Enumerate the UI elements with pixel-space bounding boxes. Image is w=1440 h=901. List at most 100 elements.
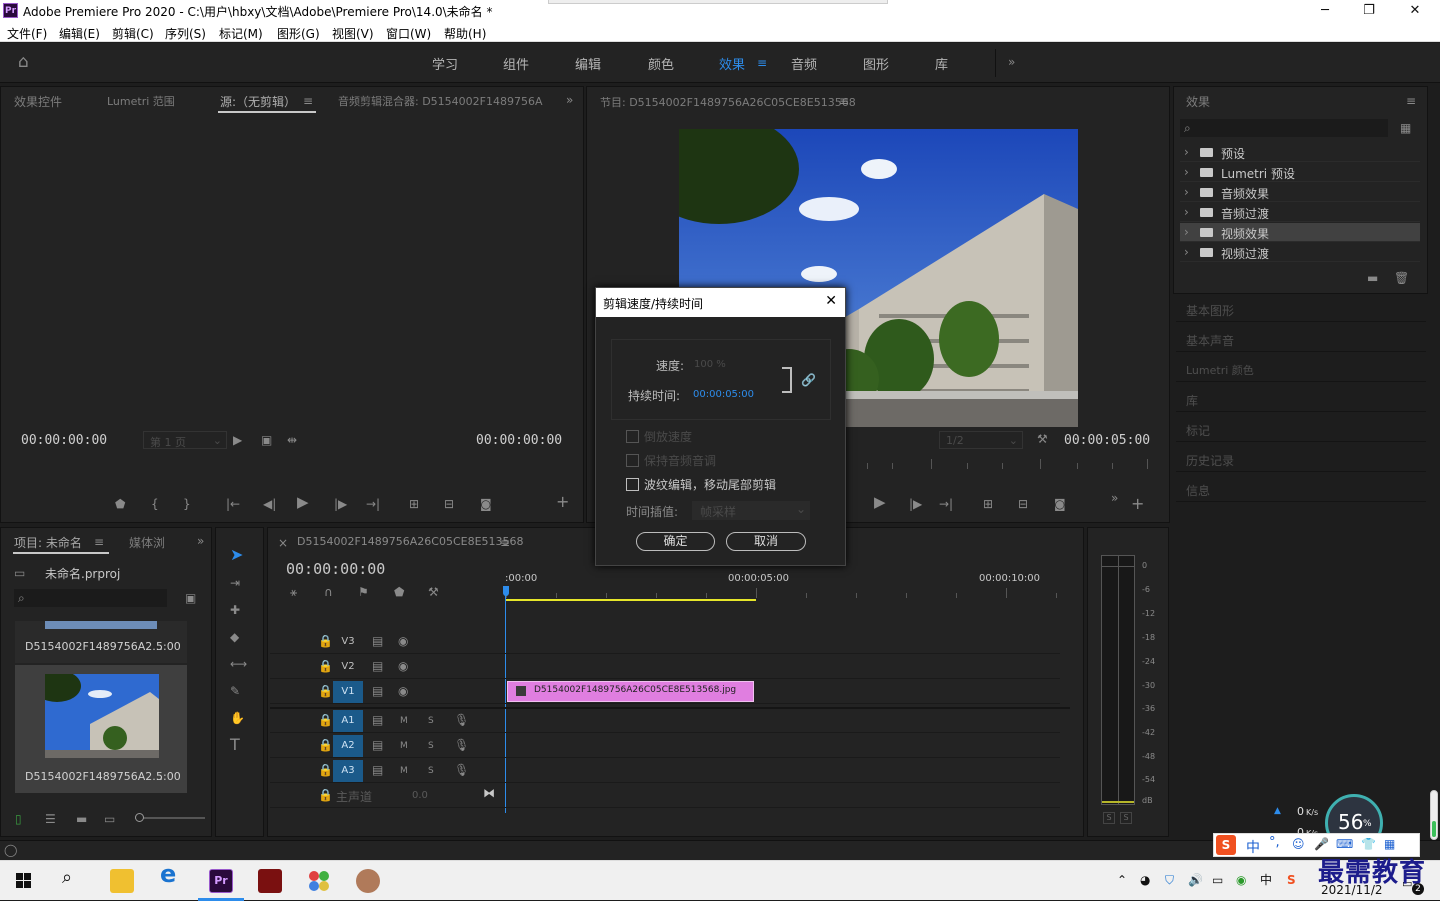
search-icon[interactable]: ⌕ (62, 869, 72, 887)
track-label-v1[interactable]: V1 (333, 681, 363, 703)
time-interp-dropdown[interactable]: 帧采样 ⌄ (692, 501, 810, 520)
security-app-icon[interactable]: ◉ (1236, 873, 1246, 887)
dialog-close-icon[interactable]: ✕ (825, 293, 837, 309)
chevron-up-icon[interactable]: ⌃ (1117, 873, 1127, 887)
network-icon[interactable]: ▭ (1212, 873, 1223, 887)
snap-icon[interactable]: ∩ (324, 585, 333, 599)
section-essential-sound[interactable]: 基本声音 (1176, 324, 1426, 352)
project-menu-icon[interactable]: ≡ (94, 535, 104, 549)
program-camera-icon[interactable]: ◙ (1054, 497, 1066, 511)
edge-browser-icon[interactable]: e (160, 862, 176, 886)
microphone-icon[interactable]: 🎙 (454, 738, 469, 752)
go-to-out-icon[interactable]: →| (366, 497, 380, 511)
program-play-icon[interactable]: ▶ (874, 495, 886, 510)
insert-icon[interactable]: ⇹ (287, 433, 297, 447)
workspace-assembly[interactable]: 组件 (503, 54, 529, 73)
duration-value[interactable]: 00:00:05:00 (693, 389, 754, 400)
workspace-color[interactable]: 颜色 (648, 54, 674, 73)
solo-button[interactable]: S (428, 764, 434, 778)
tab-media-browser[interactable]: 媒体浏 (129, 534, 165, 551)
program-add-button-icon[interactable]: + (1131, 496, 1144, 512)
nest-icon[interactable]: ⚹ (290, 585, 297, 599)
slip-tool-icon[interactable]: ⟷ (230, 657, 247, 671)
minimize-button[interactable]: ─ (1302, 0, 1348, 22)
tab-menu-icon[interactable]: ≡ (303, 94, 313, 108)
extract-icon[interactable]: ⊟ (1018, 497, 1028, 511)
track-label-a1[interactable]: A1 (333, 710, 363, 732)
source-playhead-timecode[interactable]: 00:00:00:00 (21, 433, 107, 448)
maintain-pitch-checkbox[interactable] (626, 454, 639, 467)
cancel-button[interactable]: 取消 (726, 532, 806, 551)
program-step-forward-icon[interactable]: |▶ (909, 497, 922, 511)
track-label-a3[interactable]: A3 (333, 760, 363, 782)
speed-value[interactable]: 100 % (694, 359, 726, 370)
solo-button[interactable]: S (428, 739, 434, 753)
close-sequence-icon[interactable]: × (278, 536, 288, 550)
pen-tool-icon[interactable]: ✎ (230, 684, 240, 698)
sync-lock-icon[interactable]: ▤ (372, 634, 383, 648)
track-lock-icon[interactable]: 🔒 (318, 684, 333, 698)
section-essential-graphics[interactable]: 基本图形 (1176, 294, 1426, 322)
track-select-tool-icon[interactable]: ⇥ (230, 576, 240, 590)
panel-overflow-icon[interactable]: » (566, 93, 573, 107)
new-folder-icon[interactable]: ▬ (1367, 271, 1378, 285)
sogou-tray-icon[interactable]: S (1287, 873, 1296, 887)
effects-item-audio-transitions[interactable]: › 音频过渡 (1180, 203, 1420, 222)
effects-menu-icon[interactable]: ≡ (1406, 94, 1416, 108)
effects-item-audio-effects[interactable]: › 音频效果 (1180, 183, 1420, 202)
windows-start-icon[interactable] (16, 873, 32, 889)
flash-app-icon[interactable] (258, 869, 282, 893)
voice-icon[interactable]: 🎤 (1314, 837, 1329, 851)
sync-lock-icon[interactable]: ▤ (372, 713, 383, 727)
eye-icon[interactable]: ◉ (398, 684, 408, 698)
ok-button[interactable]: 确定 (636, 532, 715, 551)
tab-source[interactable]: 源:（无剪辑） (220, 93, 296, 110)
color-app-icon[interactable] (307, 869, 331, 893)
menu-window[interactable]: 窗口(W) (386, 25, 431, 42)
ime-mode-chinese[interactable]: 中 (1246, 837, 1260, 857)
mute-button[interactable]: M (400, 714, 408, 728)
icon-view-icon[interactable]: ▬ (76, 812, 87, 826)
microphone-icon[interactable]: 🎙 (454, 763, 469, 777)
page-dropdown[interactable]: 第 1 页 ⌄ (143, 431, 227, 449)
new-bin-icon[interactable]: ▦ (1400, 121, 1411, 135)
timeline-clip[interactable]: D5154002F1489756A26C05CE8E513568.jpg (507, 681, 754, 702)
zoom-slider[interactable] (135, 813, 205, 822)
workspace-editing[interactable]: 编辑 (575, 54, 601, 73)
program-overflow-icon[interactable]: » (1111, 491, 1118, 505)
work-area-bar[interactable] (506, 599, 756, 601)
delete-icon[interactable]: 🗑 (1394, 271, 1409, 285)
timeline-timecode[interactable]: 00:00:00:00 (286, 560, 385, 578)
qq-icon[interactable]: ◕ (1140, 873, 1150, 887)
premiere-taskbar-icon[interactable]: Pr (209, 869, 233, 893)
playhead-handle[interactable] (503, 586, 509, 596)
ripple-edit-tool-icon[interactable]: ✚ (230, 603, 240, 617)
razor-tool-icon[interactable]: ◆ (230, 630, 239, 644)
effects-item-video-effects[interactable]: › 视频效果 (1180, 223, 1420, 242)
tab-project[interactable]: 项目: 未命名 (14, 534, 82, 551)
list-view-icon[interactable]: ☰ (45, 812, 56, 826)
menu-sequence[interactable]: 序列(S) (165, 25, 206, 42)
close-window-button[interactable]: ✕ (1392, 0, 1438, 22)
menu-marker[interactable]: 标记(M) (219, 25, 263, 42)
track-label-v3[interactable]: V3 (333, 631, 363, 653)
master-volume[interactable]: 0.0 (412, 790, 428, 801)
selection-tool-icon[interactable]: ➤ (230, 547, 243, 563)
more-workspaces-icon[interactable]: » (1008, 55, 1015, 69)
section-markers[interactable]: 标记 (1176, 414, 1426, 442)
clip-thumbnail-2[interactable]: D5154002F1489756A2... 5:00 (15, 665, 187, 793)
workspace-graphics[interactable]: 图形 (863, 54, 889, 73)
solo-left-button[interactable]: S (1103, 812, 1115, 824)
track-lock-icon[interactable]: 🔒 (318, 788, 333, 802)
ime-punct[interactable]: °, (1269, 835, 1280, 850)
tab-audio-clip-mixer[interactable]: 音频剪辑混合器: D5154002F1489756A (338, 93, 543, 109)
eye-icon[interactable]: ◉ (398, 659, 408, 673)
type-tool-icon[interactable]: T (230, 737, 240, 753)
program-menu-icon[interactable]: ≡ (839, 94, 849, 108)
lock-icon[interactable]: ▯ (15, 812, 22, 826)
mark-in-icon[interactable]: { (151, 497, 159, 511)
chain-link-icon[interactable]: 🔗 (801, 373, 816, 387)
sync-lock-icon[interactable]: ▤ (372, 684, 383, 698)
grid-menu-icon[interactable]: ▦ (1384, 837, 1395, 851)
section-history[interactable]: 历史记录 (1176, 444, 1426, 472)
